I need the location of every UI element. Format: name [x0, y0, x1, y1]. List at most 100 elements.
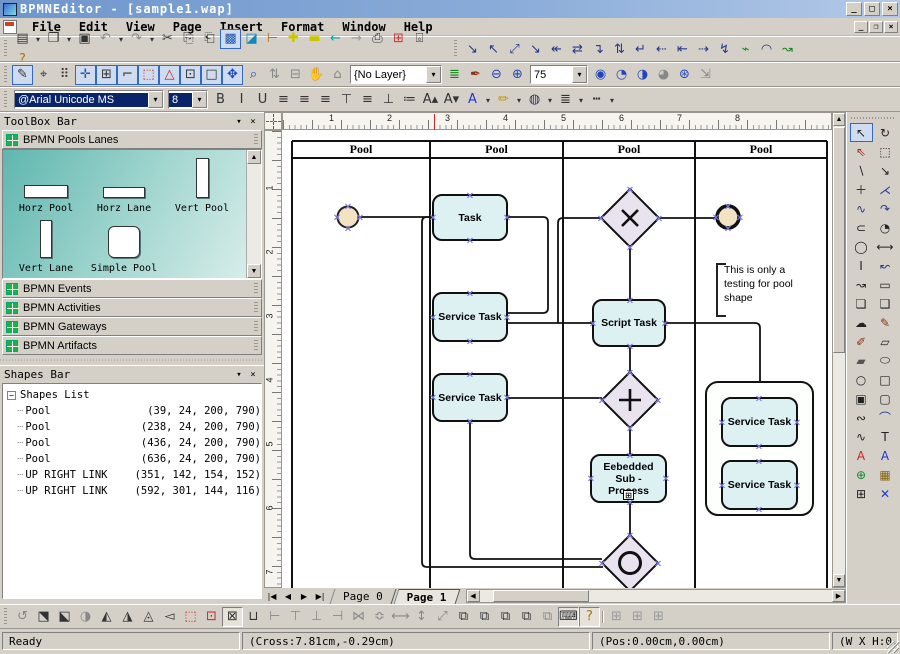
circle-tool[interactable]: ○ — [850, 370, 873, 389]
link-both-button[interactable]: ⇄ — [567, 39, 588, 59]
font-color-button[interactable]: A — [462, 89, 483, 109]
undo-dropdown[interactable]: ▾ — [116, 30, 126, 50]
pool-header-2[interactable]: Pool — [430, 141, 563, 158]
flip-h-button[interactable]: ◅ — [159, 607, 180, 627]
web-image-tool[interactable]: ⊕ — [850, 465, 873, 484]
link-corner-button[interactable]: ↴ — [588, 39, 609, 59]
font-name-combo[interactable]: @Arial Unicode MS ▾ — [14, 90, 164, 109]
toolbar-grip[interactable] — [4, 66, 9, 83]
center-v-button[interactable]: ≎ — [369, 607, 390, 627]
squiggle-tool[interactable]: ∿ — [850, 427, 873, 446]
distribute-button[interactable]: ⇅ — [264, 65, 285, 85]
shapes-tree-item[interactable]: ┄Pool(39, 24, 200, 790) — [7, 403, 261, 419]
rounded-rect-tool[interactable]: ▢ — [874, 389, 897, 408]
link-zigzag-button[interactable]: ⇠ — [651, 39, 672, 59]
flip-v-button[interactable]: ◬ — [138, 607, 159, 627]
frame-select2-button[interactable]: ⊡ — [201, 607, 222, 627]
pool-header-4[interactable]: Pool — [695, 141, 827, 158]
find-button[interactable]: ⌕ — [243, 65, 264, 85]
line-width-button[interactable]: ≣ — [555, 89, 576, 109]
sequence-flows[interactable] — [359, 217, 761, 567]
callout-cloud-tool[interactable]: ☁ — [850, 313, 873, 332]
canvas-horizontal-scrollbar[interactable]: ◀ ▶ — [466, 589, 847, 603]
zoom-combo[interactable]: 75 ▾ — [530, 65, 588, 84]
color-grid-button[interactable]: ⊞ — [388, 29, 409, 49]
same-height-button[interactable]: ↕ — [411, 607, 432, 627]
page-tab-0[interactable]: Page 0 — [330, 589, 397, 604]
task-shapes[interactable] — [433, 195, 797, 509]
zoom-plus-button[interactable]: ✚ — [283, 29, 304, 49]
select-area-button[interactable]: ⬚ — [138, 65, 159, 85]
section-bpmn-pools-lanes[interactable]: BPMN Pools Lanes — [2, 130, 262, 149]
refresh-button[interactable]: ⇲ — [695, 65, 716, 85]
zoom-dynamic-button[interactable]: ⊛ — [674, 65, 695, 85]
zoom-page-button[interactable]: ◔ — [611, 65, 632, 85]
grid-settings-button[interactable]: ⊟ — [285, 65, 306, 85]
link-left-button[interactable]: ↞ — [546, 39, 567, 59]
h-measure-tool[interactable]: ⟷ — [874, 237, 897, 256]
page-frame-button[interactable]: □ — [201, 65, 222, 85]
shape-select-button[interactable]: ⌖ — [33, 65, 54, 85]
pie-tool[interactable]: ◔ — [874, 218, 897, 237]
toolbox-item-vert-pool[interactable]: Vert Pool — [163, 156, 241, 214]
mdi-minimize-button[interactable]: _ — [854, 21, 868, 33]
rotate-select-tool[interactable]: ↻ — [874, 123, 897, 142]
table-tool[interactable]: ⊞ — [850, 484, 873, 503]
highlight-dropdown[interactable]: ▾ — [514, 90, 524, 110]
horizontal-scroll-thumb[interactable] — [493, 590, 589, 602]
send-back-button[interactable]: ⧉ — [474, 607, 495, 627]
fill-button[interactable]: ◍ — [524, 89, 545, 109]
layer-combo[interactable]: {No Layer} ▾ — [350, 65, 442, 84]
zoom-actual-button[interactable]: ◉ — [590, 65, 611, 85]
rotate-shape2-button[interactable]: ⬕ — [54, 607, 75, 627]
move-button[interactable]: ✥ — [222, 65, 243, 85]
bring-front-button[interactable]: ⧉ — [453, 607, 474, 627]
diagram-canvas[interactable]: ××××××××××××××××××××××××××××××××××××××××… — [282, 130, 832, 588]
shapes-collapse-icon[interactable]: ▾ — [232, 368, 246, 381]
zoom-in-button[interactable]: ⊕ — [507, 65, 528, 85]
pool-header-1[interactable]: Pool — [292, 141, 430, 158]
copy-button[interactable]: ⎘ — [178, 29, 199, 49]
center-h-button[interactable]: ⋈ — [348, 607, 369, 627]
callout-rect-tool[interactable]: ❏ — [850, 294, 873, 313]
toolbox-close-icon[interactable]: × — [246, 115, 260, 128]
link-step-button[interactable]: ⇤ — [672, 39, 693, 59]
ruler-button[interactable]: ⊢ — [262, 29, 283, 49]
polyline-tool[interactable]: ⋌ — [874, 180, 897, 199]
align-right-button[interactable]: ≡ — [315, 89, 336, 109]
prev-page-button[interactable]: ◀ — [280, 589, 296, 603]
pool-header-3[interactable]: Pool — [563, 141, 695, 158]
resize-grip[interactable] — [887, 641, 899, 653]
link-arc-button[interactable]: ◠ — [756, 39, 777, 59]
align-left-button[interactable]: ≡ — [273, 89, 294, 109]
textart-tool[interactable]: A — [850, 446, 873, 465]
link-straight-button[interactable]: ↘ — [462, 39, 483, 59]
last-page-button[interactable]: ▶| — [312, 589, 328, 603]
curve-arrow-tool[interactable]: ↜ — [874, 256, 897, 275]
shape-edit-tool[interactable]: ⬚ — [874, 142, 897, 161]
nudge-right-button[interactable]: ⊞ — [648, 607, 669, 627]
forward-button[interactable]: → — [346, 29, 367, 49]
link-up-left-button[interactable]: ↖ — [483, 39, 504, 59]
toolbox-item-horz-lane[interactable]: Horz Lane — [85, 156, 163, 214]
toolbar-grip[interactable] — [4, 608, 9, 625]
tree-collapse-icon[interactable]: − — [7, 391, 16, 400]
context-help-button[interactable]: ? — [579, 607, 600, 627]
scroll-down-icon[interactable]: ▼ — [833, 574, 845, 587]
link-wave-button[interactable]: ⌁ — [735, 39, 756, 59]
link-swap-button[interactable]: ⇅ — [609, 39, 630, 59]
font-size-combo[interactable]: 8 ▾ — [168, 90, 208, 109]
square-tool[interactable]: ▣ — [850, 389, 873, 408]
first-page-button[interactable]: |◀ — [264, 589, 280, 603]
save-button[interactable]: ▣ — [74, 29, 95, 49]
print-setup-button[interactable]: ⌻ — [409, 29, 430, 49]
print-button[interactable]: ⎙ — [367, 29, 388, 49]
zoom-out-button[interactable]: ⊖ — [486, 65, 507, 85]
maximize-button[interactable]: □ — [864, 2, 880, 16]
insert-object-button[interactable]: ◪ — [241, 29, 262, 49]
layer-color-button[interactable]: ✒ — [465, 65, 486, 85]
link-return-button[interactable]: ↵ — [630, 39, 651, 59]
unlock-button[interactable]: ⊔ — [243, 607, 264, 627]
shapes-tree-item[interactable]: ┄UP RIGHT LINK(592, 301, 144, 116) — [7, 483, 261, 499]
insert-picture-button[interactable]: ▩ — [220, 29, 241, 49]
